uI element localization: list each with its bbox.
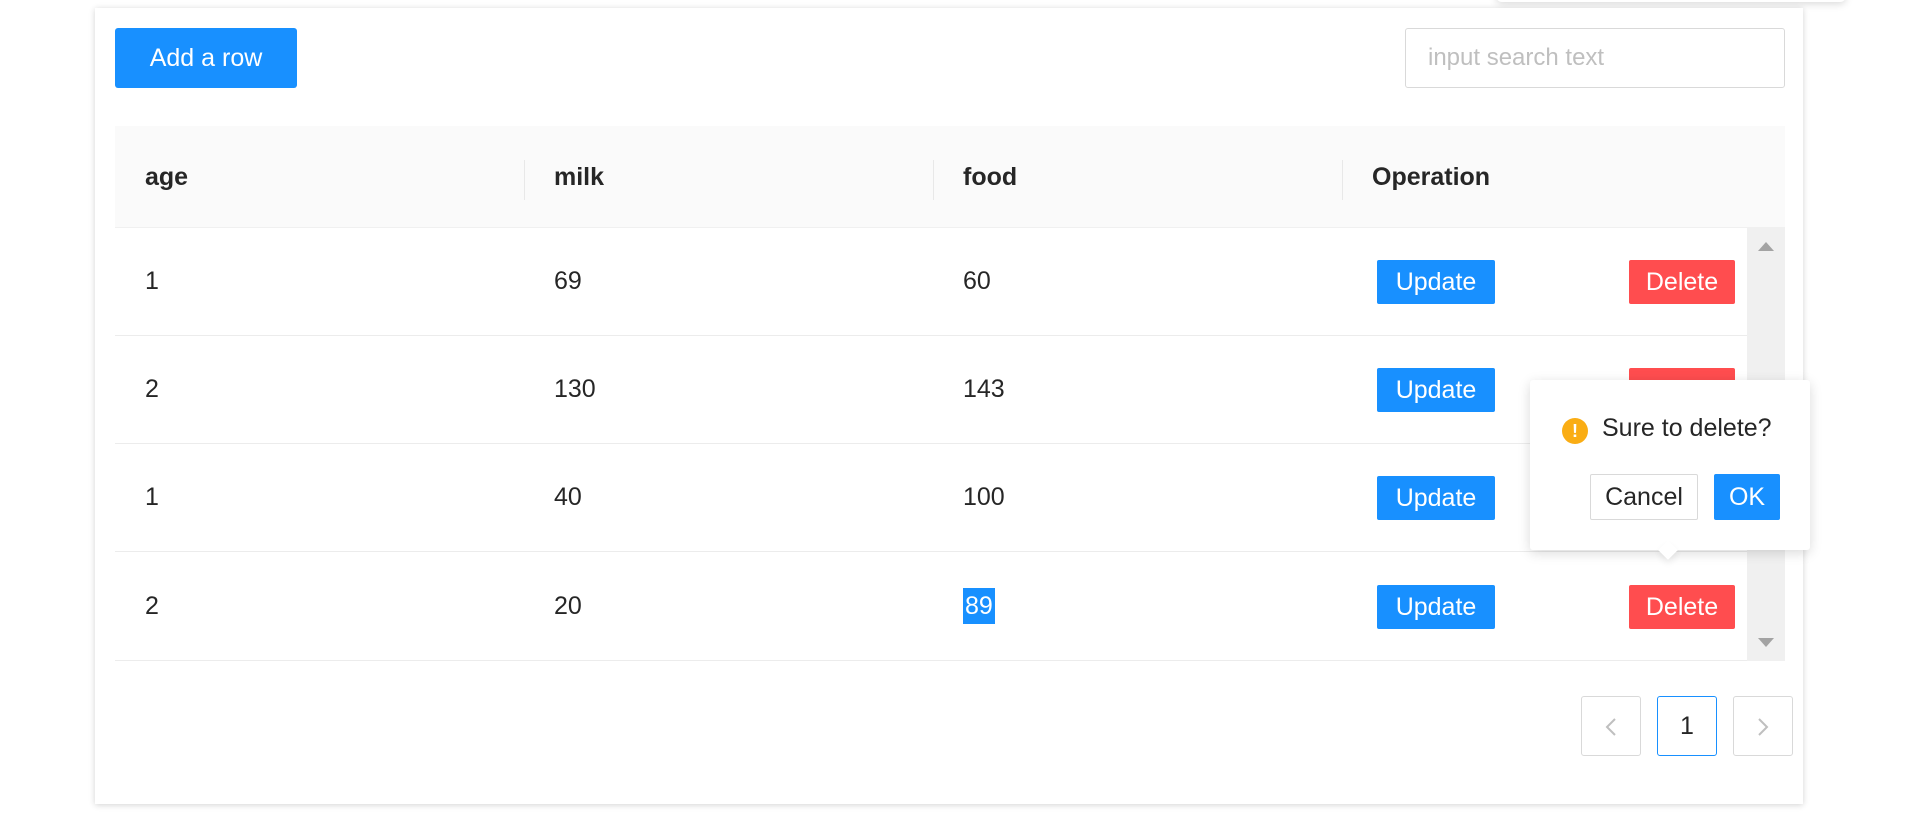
cell-food: 89 bbox=[933, 553, 995, 660]
table-row: 2 130 143 Update Delete bbox=[115, 336, 1747, 444]
update-button[interactable]: Update bbox=[1377, 260, 1495, 304]
column-header-age[interactable]: age bbox=[115, 126, 188, 228]
selected-text: 89 bbox=[963, 588, 995, 624]
table-header: age milk food Operation bbox=[115, 126, 1785, 228]
table-row: 2 20 89 Update Delete bbox=[115, 553, 1747, 661]
table-row: 1 40 100 Update Delete bbox=[115, 444, 1747, 552]
popconfirm-message: Sure to delete? bbox=[1602, 414, 1772, 442]
chevron-right-icon bbox=[1756, 716, 1770, 736]
cell-food: 100 bbox=[963, 483, 1005, 511]
search-input[interactable] bbox=[1405, 28, 1785, 88]
update-button[interactable]: Update bbox=[1377, 476, 1495, 520]
column-header-operation: Operation bbox=[1372, 163, 1491, 191]
pagination-prev-button[interactable] bbox=[1581, 696, 1641, 756]
pagination-next-button[interactable] bbox=[1733, 696, 1793, 756]
delete-button[interactable]: Delete bbox=[1629, 585, 1735, 629]
dropdown-shadow bbox=[1496, 0, 1846, 2]
cell-milk: 40 bbox=[554, 483, 582, 511]
column-header-milk[interactable]: milk bbox=[524, 126, 604, 228]
cell-age: 2 bbox=[145, 592, 159, 620]
cell-age: 2 bbox=[145, 375, 159, 403]
update-button[interactable]: Update bbox=[1377, 368, 1495, 412]
pagination-page-1[interactable]: 1 bbox=[1657, 696, 1717, 756]
table-row: 1 69 60 Update Delete bbox=[115, 228, 1747, 336]
delete-popconfirm: ! Sure to delete? Cancel OK bbox=[1530, 380, 1810, 560]
ok-button[interactable]: OK bbox=[1714, 474, 1780, 520]
exclamation-circle-icon: ! bbox=[1562, 418, 1588, 444]
delete-button[interactable]: Delete bbox=[1629, 260, 1735, 304]
column-header-food[interactable]: food bbox=[933, 126, 1017, 228]
cell-age: 1 bbox=[145, 267, 159, 295]
scroll-down-icon[interactable] bbox=[1758, 638, 1774, 647]
cell-milk: 130 bbox=[554, 375, 596, 403]
cell-food: 143 bbox=[963, 375, 1005, 403]
cell-milk: 69 bbox=[554, 267, 582, 295]
chevron-left-icon bbox=[1604, 716, 1618, 736]
update-button[interactable]: Update bbox=[1377, 585, 1495, 629]
add-row-button[interactable]: Add a row bbox=[115, 28, 297, 88]
cancel-button[interactable]: Cancel bbox=[1590, 474, 1698, 520]
scroll-up-icon[interactable] bbox=[1758, 242, 1774, 251]
cell-age: 1 bbox=[145, 483, 159, 511]
cell-food: 60 bbox=[963, 267, 991, 295]
cell-milk: 20 bbox=[554, 592, 582, 620]
